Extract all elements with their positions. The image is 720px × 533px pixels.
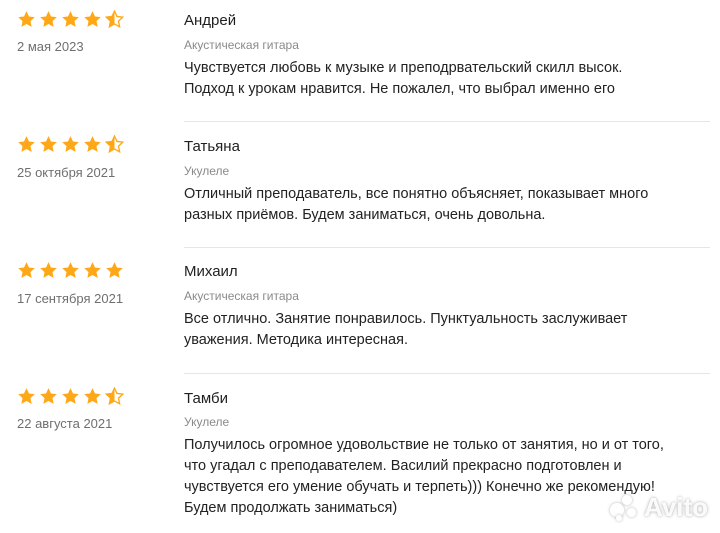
- star-icon: [62, 11, 79, 27]
- review-text: Все отлично. Занятие понравилось. Пункту…: [184, 309, 712, 351]
- review-text-line: что угадал с преподавателем. Василий пре…: [184, 458, 622, 474]
- review-text-line: Чувствуется любовь к музыке и преподрват…: [184, 60, 623, 76]
- review-card: 2 мая 2023 Андрей Акустическая гитара Чу…: [0, 0, 720, 120]
- review-service: Укулеле: [184, 164, 230, 178]
- star-icon: [84, 11, 101, 27]
- star-half-icon: [105, 135, 124, 154]
- rating-stars: [17, 10, 124, 30]
- star-icon: [18, 136, 35, 152]
- star-icon: [62, 262, 79, 278]
- review-date: 2 мая 2023: [17, 39, 84, 54]
- star-icon: [84, 262, 101, 278]
- star-icon: [40, 11, 57, 27]
- star-icon: [62, 388, 79, 404]
- star-icon: [106, 262, 123, 278]
- star-icon: [40, 388, 57, 404]
- review-text-line: разных приёмов. Будем заниматься, очень …: [184, 207, 546, 223]
- review-text-line: Получилось огромное удовольствие не толь…: [184, 437, 664, 453]
- divider: [184, 247, 710, 248]
- star-icon: [18, 11, 35, 27]
- star-icon: [40, 136, 57, 152]
- avito-watermark: Avito: [609, 492, 708, 523]
- star-icon: [62, 136, 79, 152]
- star-icon: [84, 136, 101, 152]
- star-half-icon: [105, 387, 124, 406]
- review-text-line: Отличный преподаватель, все понятно объя…: [184, 186, 649, 202]
- star-icon: [84, 388, 101, 404]
- watermark-text: Avito: [643, 492, 708, 522]
- review-text-line: уважения. Методика интересная.: [184, 332, 408, 348]
- review-date: 17 сентября 2021: [17, 291, 124, 306]
- review-date: 22 августа 2021: [17, 416, 113, 431]
- star-icon: [40, 262, 57, 278]
- review-text-line: Все отлично. Занятие понравилось. Пункту…: [184, 311, 628, 327]
- review-text: Отличный преподаватель, все понятно объя…: [184, 184, 712, 226]
- star-icon: [18, 262, 35, 278]
- divider: [184, 121, 710, 122]
- review-service: Акустическая гитара: [184, 38, 299, 52]
- rating-stars: [17, 135, 124, 155]
- rating-stars: [17, 261, 124, 281]
- review-service: Укулеле: [184, 415, 230, 429]
- rating-stars: [17, 387, 124, 407]
- star-icon: [18, 388, 35, 404]
- review-text: Чувствуется любовь к музыке и преподрват…: [184, 58, 712, 100]
- review-text-line: Подход к урокам нравится. Не пожалел, чт…: [184, 81, 615, 97]
- review-date: 25 октября 2021: [17, 165, 116, 180]
- star-half-icon: [105, 10, 124, 29]
- review-card: 25 октября 2021 Татьяна Укулеле Отличный…: [0, 125, 720, 245]
- review-author: Михаил: [184, 263, 238, 280]
- review-author: Андрей: [184, 12, 237, 29]
- avito-logo-icon: [609, 494, 638, 521]
- review-card: 17 сентября 2021 Михаил Акустическая гит…: [0, 251, 720, 371]
- review-service: Акустическая гитара: [184, 289, 299, 303]
- review-author: Татьяна: [184, 138, 240, 155]
- divider: [184, 373, 710, 374]
- review-author: Тамби: [184, 390, 228, 407]
